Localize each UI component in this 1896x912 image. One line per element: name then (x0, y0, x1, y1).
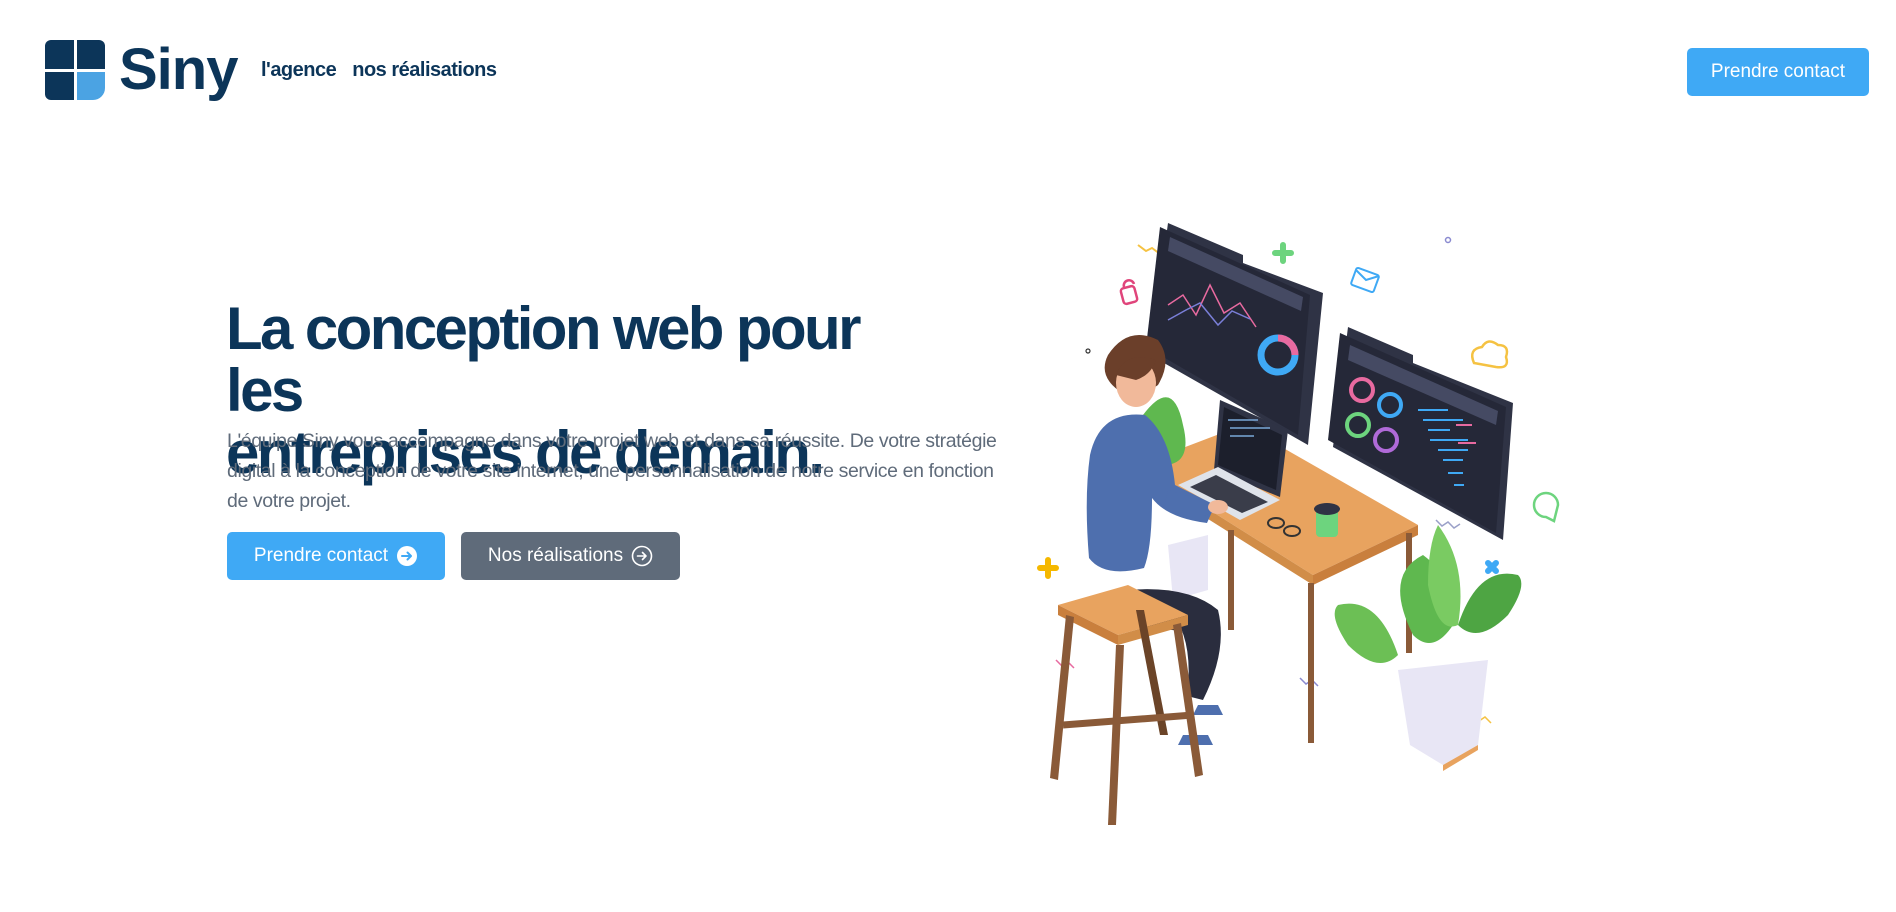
chat-bubble-icon (1532, 491, 1560, 523)
main-nav: l'agence nos réalisations (261, 59, 497, 82)
hero-description: L'équipe Siny vous accompagne dans votre… (227, 430, 997, 512)
brand-logo[interactable]: Siny (45, 40, 238, 100)
nav-link-agence[interactable]: l'agence (261, 59, 337, 82)
contact-button-label: Prendre contact (253, 545, 389, 566)
nav-link-realisations[interactable]: nos réalisations (352, 59, 497, 82)
contact-button[interactable]: Prendre contact (227, 532, 445, 580)
lock-icon (1119, 279, 1139, 306)
arrow-right-circle-icon (397, 546, 418, 566)
arrow-right-circle-icon (631, 545, 653, 567)
mail-icon (1350, 267, 1380, 293)
hero-illustration (1037, 223, 1560, 825)
cloud-icon (1471, 340, 1509, 369)
logo-mark-icon (45, 40, 105, 100)
hero-title-line-1: La conception web pour les (226, 295, 861, 424)
realisations-button[interactable]: Nos réalisations (461, 532, 680, 580)
realisations-button-label: Nos réalisations (487, 545, 624, 566)
header-contact-button[interactable]: Prendre contact (1687, 48, 1869, 96)
brand-name: Siny (119, 37, 238, 102)
stool (1050, 585, 1203, 825)
